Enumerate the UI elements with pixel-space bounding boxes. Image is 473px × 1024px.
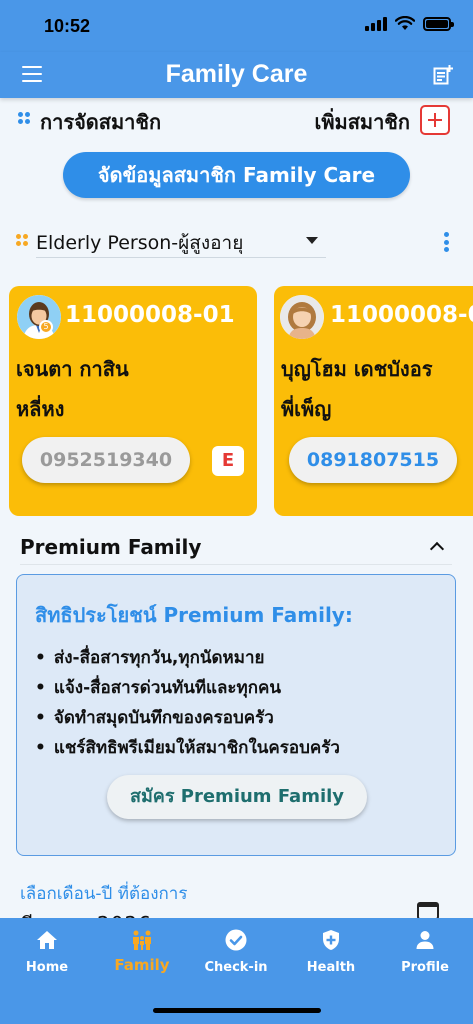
home-indicator [153, 1008, 321, 1013]
member-cards-carousel[interactable]: 5 11000008-01 เจนตา กาสิน หลี่หง 0952519… [0, 286, 473, 518]
benefit-item: จัดทำสมุดบันทึกของครอบครัว [35, 703, 340, 733]
member-name-line2: พี่เพ็ญ [281, 397, 332, 421]
benefit-item: แจ้ง-สื่อสารด่วนทันทีและทุกคน [35, 673, 340, 703]
member-phone-button[interactable]: 0891807515 [289, 437, 457, 483]
tab-profile[interactable]: Profile [385, 928, 465, 975]
female-doctor-avatar-icon [17, 295, 61, 339]
tab-profile-label: Profile [401, 960, 449, 975]
status-icons [365, 16, 454, 31]
members-section-title: การจัดสมาชิก [40, 110, 162, 134]
member-id: 11000008-01 [65, 302, 235, 328]
add-member-button[interactable] [420, 105, 450, 135]
emergency-badge[interactable]: E [212, 446, 244, 476]
app-bar: Family Care [0, 52, 473, 98]
tab-health[interactable]: Health [291, 928, 371, 975]
member-name-line1: เจนตา กาสิน [16, 357, 129, 381]
home-icon [37, 931, 57, 949]
manage-members-button[interactable]: จัดข้อมูลสมาชิก Family Care [63, 152, 410, 198]
note-add-icon[interactable] [433, 65, 453, 85]
benefits-title: สิทธิประโยชน์ Premium Family: [35, 603, 353, 627]
tab-home[interactable]: Home [7, 928, 87, 975]
tab-family[interactable]: Family [102, 928, 182, 974]
member-type-dropdown[interactable]: Elderly Person-ผู้สูงอายุ [36, 226, 326, 258]
avatar-badge: 5 [39, 320, 53, 334]
member-card[interactable]: 11000008-02 บุญโฮม เดชบังอร พี่เพ็ญ 0891… [274, 286, 473, 516]
member-filter-row: Elderly Person-ผู้สูงอายุ [16, 226, 456, 260]
member-name: บุญโฮม เดชบังอร พี่เพ็ญ [281, 349, 473, 429]
caret-down-icon [306, 237, 318, 244]
shield-plus-icon [323, 930, 339, 950]
subscribe-premium-button[interactable]: สมัคร Premium Family [107, 775, 367, 819]
signal-icon [365, 16, 387, 31]
grid-dots-icon [16, 234, 28, 246]
month-picker-label: เลือกเดือน-ปี ที่ต้องการ [20, 884, 188, 904]
avatar [17, 295, 61, 339]
member-card[interactable]: 5 11000008-01 เจนตา กาสิน หลี่หง 0952519… [9, 286, 257, 516]
member-name-line2: หลี่หง [16, 397, 65, 421]
app-title: Family Care [165, 60, 308, 88]
add-member-label[interactable]: เพิ่มสมาชิก [314, 106, 410, 138]
premium-family-title: Premium Family [20, 535, 202, 559]
female-avatar-icon [280, 295, 324, 339]
wifi-icon [395, 16, 415, 30]
avatar [280, 295, 324, 339]
premium-benefits-panel: สิทธิประโยชน์ Premium Family: ส่ง-สื่อสา… [16, 574, 456, 856]
person-icon [416, 931, 434, 949]
tab-health-label: Health [306, 960, 356, 975]
premium-family-accordion[interactable]: Premium Family [20, 535, 452, 565]
more-options-icon[interactable] [444, 232, 450, 252]
status-time: 10:52 [44, 16, 91, 36]
members-section-header: การจัดสมาชิก เพิ่มสมาชิก [18, 105, 458, 135]
status-bar: 10:52 [0, 0, 473, 52]
tab-check-in-label: Check-in [204, 960, 268, 975]
member-phone-button[interactable]: 0952519340 [22, 437, 190, 483]
benefit-item: แชร์สิทธิพรีเมียมให้สมาชิกในครอบครัว [35, 733, 340, 763]
tab-family-label: Family [114, 956, 170, 974]
tab-home-label: Home [25, 960, 69, 975]
benefits-list: ส่ง-สื่อสารทุกวัน,ทุกนัดหมาย แจ้ง-สื่อสา… [35, 643, 340, 763]
family-icon [133, 930, 151, 950]
tab-check-in[interactable]: Check-in [196, 928, 276, 975]
chevron-up-icon[interactable] [429, 541, 445, 557]
battery-icon [423, 16, 454, 31]
member-id: 11000008-02 [330, 302, 473, 328]
member-name-line1: บุญโฮม เดชบังอร [281, 357, 433, 381]
check-circle-icon [225, 929, 247, 951]
member-type-value: Elderly Person-ผู้สูงอายุ [36, 232, 244, 254]
benefit-item: ส่ง-สื่อสารทุกวัน,ทุกนัดหมาย [35, 643, 340, 673]
member-name: เจนตา กาสิน หลี่หง [16, 349, 252, 429]
grid-dots-icon [18, 112, 30, 124]
